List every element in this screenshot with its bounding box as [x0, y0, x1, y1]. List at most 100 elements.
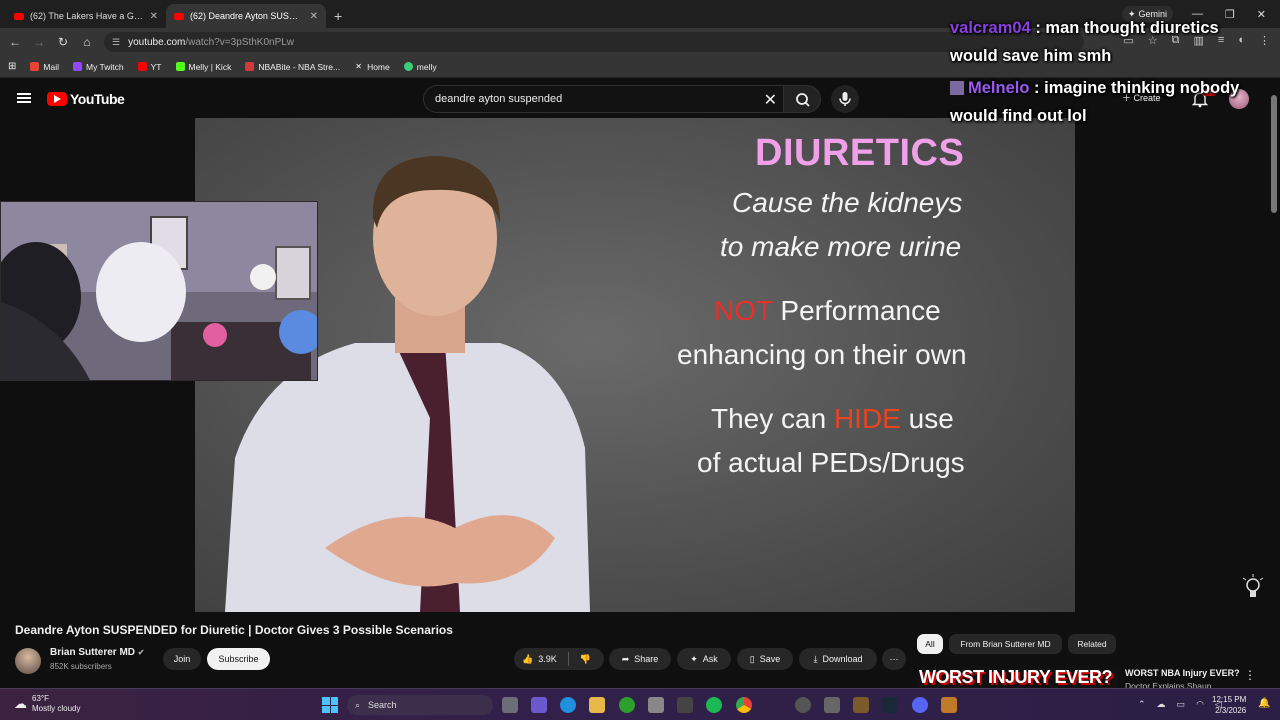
- hamburger-menu-icon[interactable]: [17, 93, 31, 103]
- url-host: youtube.com: [128, 36, 186, 48]
- bookmark-nbabite[interactable]: NBABite - NBA Stre...: [245, 62, 340, 72]
- tab-label: (62) The Lakers Have a Gigantic: [30, 11, 144, 21]
- reload-icon[interactable]: ↻: [51, 35, 75, 49]
- slide-title: DIURETICS: [755, 132, 965, 174]
- cloud-icon[interactable]: ☁: [1157, 699, 1166, 710]
- verified-check-icon: ✔: [137, 648, 145, 657]
- task-view-icon[interactable]: [502, 697, 518, 713]
- search-input[interactable]: deandre ayton suspended ✕: [423, 85, 783, 113]
- url-field[interactable]: ☰ youtube.com/watch?v=3pSthK0nPLw: [104, 32, 1084, 52]
- stream-chat-overlay: valcram04 : man thought diuretics would …: [950, 14, 1270, 130]
- slide-line-3: NOT Performance: [714, 295, 941, 327]
- chrome-icon[interactable]: [736, 697, 752, 713]
- page-scrollbar[interactable]: [1271, 95, 1277, 213]
- share-label: Share: [634, 654, 659, 664]
- kick-icon: [175, 62, 185, 71]
- chat-username: Melnelo: [968, 79, 1030, 97]
- edge-icon[interactable]: [560, 697, 576, 713]
- bookmark-label: Mail: [43, 61, 59, 72]
- chip-all[interactable]: All: [917, 634, 943, 654]
- wifi-icon[interactable]: ◠: [1196, 699, 1204, 710]
- close-icon[interactable]: ✕: [310, 11, 318, 22]
- start-button[interactable]: [322, 697, 338, 713]
- thumbs-up-icon[interactable]: 👍: [522, 654, 533, 665]
- recommended-video-thumbnail[interactable]: WORST INJURY EVER?: [917, 667, 1119, 689]
- bookmark-label: My Twitch: [85, 61, 124, 72]
- bookmark-twitch[interactable]: My Twitch: [72, 61, 124, 72]
- youtube-icon: [137, 62, 147, 71]
- join-button[interactable]: Join: [163, 648, 201, 670]
- bookmark-melly[interactable]: melly: [403, 62, 437, 72]
- save-label: Save: [759, 654, 781, 664]
- steam-icon[interactable]: [882, 697, 898, 713]
- taskbar-clock[interactable]: 12:15 PM 2/3/2026: [1212, 694, 1246, 716]
- nbabite-icon: [245, 62, 255, 71]
- video-player[interactable]: DIURETICS Cause the kidneys to make more…: [195, 118, 1264, 612]
- clear-search-icon[interactable]: ✕: [764, 90, 777, 110]
- close-icon[interactable]: ✕: [150, 11, 158, 22]
- app-icon[interactable]: [853, 697, 869, 713]
- divider: [567, 652, 569, 666]
- chevron-up-icon[interactable]: ⌃: [1138, 699, 1146, 710]
- browser-tab-ayton[interactable]: (62) Deandre Ayton SUSPENDED ✕: [166, 4, 326, 28]
- search-icon: ⌕: [355, 699, 361, 710]
- channel-name-text: Brian Sutterer MD: [50, 647, 136, 658]
- chip-from-channel[interactable]: From Brian Sutterer MD: [949, 634, 1062, 654]
- youtube-logo[interactable]: YouTube: [47, 91, 125, 107]
- bookmark-label: YT: [150, 61, 162, 72]
- search-button[interactable]: [783, 85, 821, 113]
- apps-grid-icon[interactable]: ⊞: [8, 61, 16, 72]
- new-tab-button[interactable]: +: [334, 8, 342, 24]
- weather-widget[interactable]: ☁ 63°F Mostly cloudy: [14, 694, 80, 714]
- thumbnail-text: WORST INJURY EVER?: [919, 667, 1113, 687]
- forward-arrow-icon[interactable]: →: [27, 35, 51, 49]
- home-icon[interactable]: ⌂: [75, 35, 99, 49]
- media-player-icon[interactable]: [795, 697, 811, 713]
- share-button[interactable]: ➦ Share: [609, 648, 671, 670]
- app-icon[interactable]: [648, 697, 664, 713]
- more-vertical-icon[interactable]: ⋮: [1244, 668, 1256, 682]
- more-horizontal-icon: ⋯: [889, 653, 899, 664]
- download-button[interactable]: ⤓ Download: [799, 648, 877, 670]
- chat-badge-icon: [950, 81, 964, 95]
- file-explorer-icon[interactable]: [589, 697, 605, 713]
- display-icon[interactable]: ▭: [1177, 699, 1186, 710]
- app-icon[interactable]: [677, 697, 693, 713]
- windows-taskbar: ☁ 63°F Mostly cloudy ⌕ Search ⌃ ☁ ▭ ◠ ◁ 1…: [0, 688, 1280, 720]
- back-arrow-icon[interactable]: ←: [3, 35, 27, 49]
- search-icon: [796, 93, 810, 107]
- copilot-icon[interactable]: [531, 697, 547, 713]
- thumbs-down-icon[interactable]: 👎: [580, 654, 591, 665]
- app-icon[interactable]: [824, 697, 840, 713]
- save-button[interactable]: ▯ Save: [737, 648, 793, 670]
- channel-name[interactable]: Brian Sutterer MD ✔: [50, 647, 145, 658]
- share-arrow-icon: ➦: [621, 653, 630, 664]
- bookmark-home[interactable]: ✕ Home: [354, 62, 390, 72]
- site-info-icon[interactable]: ☰: [112, 37, 120, 48]
- bookmark-mail[interactable]: Mail: [30, 62, 59, 72]
- youtube-play-icon: [47, 92, 67, 106]
- ask-button[interactable]: ✦ Ask: [677, 648, 731, 670]
- voice-search-button[interactable]: [831, 85, 859, 113]
- app-icon[interactable]: [941, 697, 957, 713]
- more-actions-button[interactable]: ⋯: [882, 648, 906, 670]
- slide-line-6: of actual PEDs/Drugs: [697, 447, 965, 478]
- chip-related[interactable]: Related: [1068, 634, 1116, 654]
- x-icon: ✕: [355, 62, 362, 71]
- youtube-logo-text: YouTube: [70, 91, 125, 107]
- taskbar-search[interactable]: ⌕ Search: [347, 695, 493, 715]
- channel-avatar[interactable]: [15, 648, 41, 674]
- discord-icon[interactable]: [912, 697, 928, 713]
- bookmark-yt[interactable]: YT: [137, 61, 162, 72]
- clock-time: 12:15 PM: [1212, 695, 1247, 704]
- like-count[interactable]: 3.9K: [538, 654, 557, 664]
- xbox-icon[interactable]: [619, 697, 635, 713]
- notification-center-icon[interactable]: 🔔: [1258, 698, 1270, 709]
- subscribe-button[interactable]: Subscribe: [207, 648, 270, 670]
- spotify-icon[interactable]: [706, 697, 722, 713]
- browser-tab-lakers[interactable]: (62) The Lakers Have a Gigantic ✕: [6, 4, 166, 28]
- bookmark-kick[interactable]: Melly | Kick: [175, 62, 231, 72]
- bookmark-label: NBABite - NBA Stre...: [258, 61, 341, 72]
- recommended-video-title[interactable]: WORST NBA Injury EVER?: [1125, 668, 1240, 678]
- slide-line-3-text: Performance: [772, 295, 941, 326]
